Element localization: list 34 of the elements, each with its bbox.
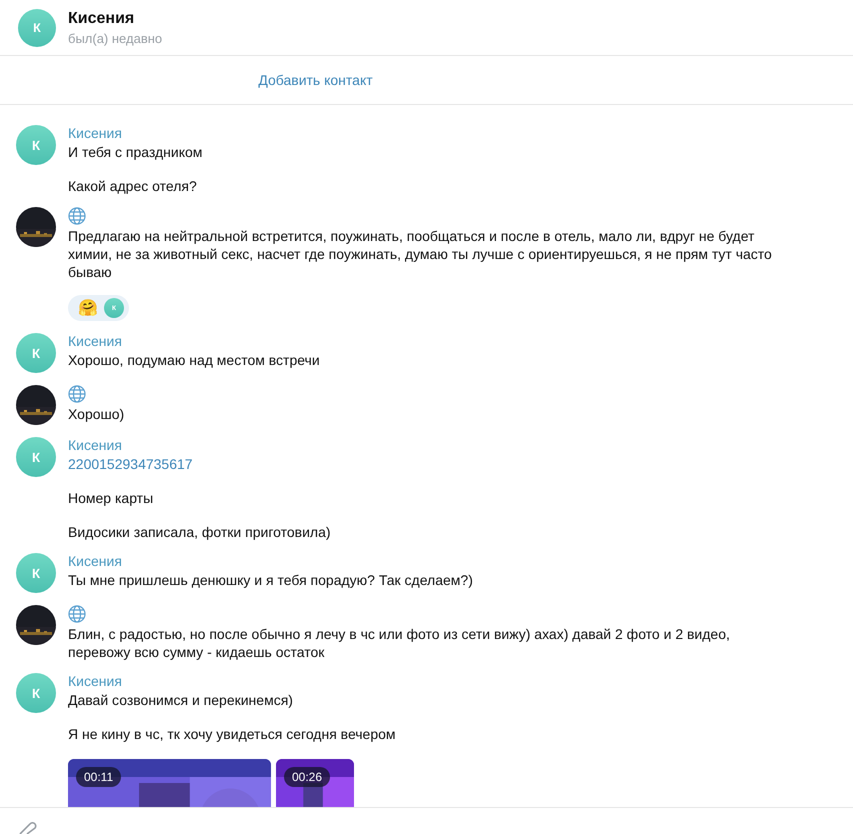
sender-avatar[interactable]: К bbox=[16, 673, 56, 713]
globe-icon bbox=[68, 385, 86, 403]
contact-avatar[interactable]: К bbox=[18, 8, 56, 46]
sender-name: Кисения bbox=[68, 553, 123, 569]
sender-avatar[interactable]: К bbox=[16, 333, 56, 373]
message-text: Ты мне пришлешь денюшку и я тебя порадую? Так сделаем?) bbox=[68, 571, 474, 589]
sender-avatar[interactable]: К bbox=[16, 553, 56, 593]
video-thumbnail[interactable]: 00:11 bbox=[68, 759, 271, 807]
message-text: Я не кину в чс, тк хочу увидеться сегодня вечером bbox=[68, 725, 397, 743]
video-duration: 00:26 bbox=[284, 767, 330, 787]
sender-name: Кисения bbox=[68, 125, 123, 141]
message-text: И тебя с праздником bbox=[68, 143, 204, 161]
video-duration: 00:11 bbox=[76, 767, 122, 787]
message-text: Хорошо) bbox=[68, 405, 126, 423]
message-text: Номер карты bbox=[68, 489, 154, 507]
card-number-link[interactable]: 2200152934735617 bbox=[68, 455, 776, 473]
message-text: Давай созвонимся и перекинемся) bbox=[68, 691, 294, 709]
reaction-emoji: 🤗 bbox=[78, 298, 98, 318]
globe-icon bbox=[68, 605, 86, 623]
globe-icon bbox=[68, 207, 86, 225]
sender-name: Кисения bbox=[68, 673, 123, 689]
last-seen-status: был(а) недавно bbox=[68, 30, 162, 46]
sender-avatar[interactable]: К bbox=[16, 437, 56, 477]
sender-name: Кисения bbox=[68, 333, 123, 349]
sender-name: Кисения bbox=[68, 437, 123, 453]
message-text: Блин, с радостью, но после обычно я лечу в чс или фото из сети вижу) ахах) давай 2 фото и 2 видео, перевожу всю сумму - кидаешь остаток bbox=[68, 625, 731, 661]
add-contact-link[interactable]: Добавить контакт bbox=[258, 72, 373, 88]
message-text: Предлагаю на нейтральной встретится, поужинать, пообщаться и после в отель, мало ли, вдруг не будет химии, не за животный секс, насчет где поужинать, думаю ты лучше с ориентируешься, я не прям тут часто бываю bbox=[68, 227, 773, 281]
contact-name: Кисения bbox=[68, 10, 136, 28]
sender-avatar[interactable]: К bbox=[16, 125, 56, 165]
video-thumbnail[interactable]: 00:26 bbox=[276, 759, 354, 807]
message-text: Видосики записала, фотки приготовила) bbox=[68, 523, 332, 541]
message-text: Какой адрес отеля? bbox=[68, 177, 198, 195]
message-text: Хорошо, подумаю над местом встречи bbox=[68, 351, 321, 369]
